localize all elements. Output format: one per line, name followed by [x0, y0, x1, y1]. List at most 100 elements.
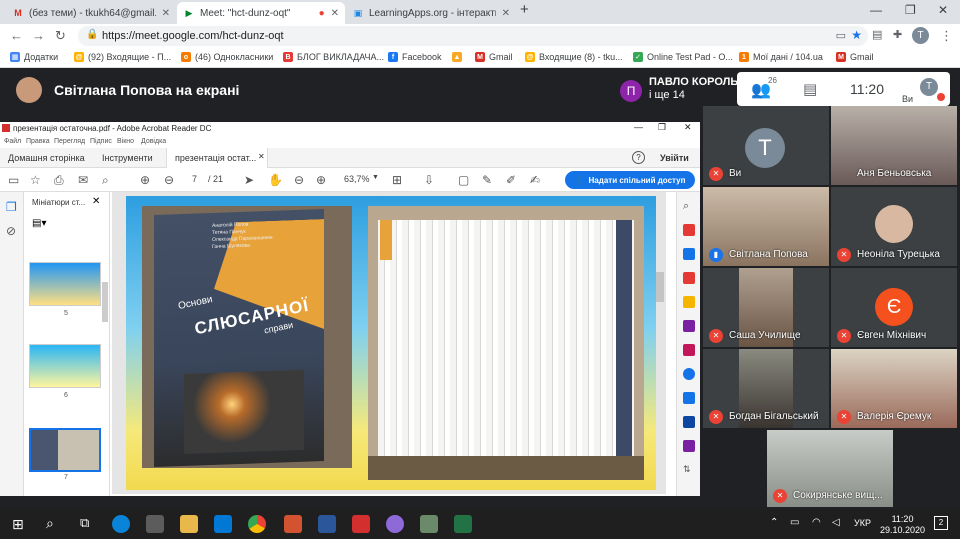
network-icon[interactable]: ▭: [790, 517, 799, 528]
participant-tile[interactable]: ✕ Неоніла Турецька: [831, 187, 957, 266]
menu-item[interactable]: Файл: [4, 138, 21, 145]
highlight-icon[interactable]: ✐: [506, 173, 516, 187]
participant-tile[interactable]: T ✕ Ви: [703, 106, 829, 185]
help-icon[interactable]: ?: [632, 151, 645, 164]
tab-home[interactable]: Домашня сторінка: [8, 153, 85, 163]
bookmark-item[interactable]: @ (92) Входящие - П...: [74, 52, 171, 62]
thumbnail-page[interactable]: [29, 262, 101, 306]
participant-tile[interactable]: ▮ Світлана Попова: [703, 187, 829, 266]
compress-icon[interactable]: [683, 416, 695, 428]
store-icon[interactable]: [146, 515, 164, 533]
mail-icon[interactable]: [214, 515, 232, 533]
notifications-icon[interactable]: 2: [934, 516, 948, 530]
minimize-icon[interactable]: —: [870, 3, 882, 17]
browser-tab-meet[interactable]: ▶ Meet: "hct-dunz-oqt" ● ✕: [177, 2, 345, 24]
restore-icon[interactable]: ❐: [658, 122, 666, 133]
menu-item[interactable]: Вікно: [117, 138, 134, 145]
menu-item[interactable]: Підпис: [90, 138, 112, 145]
word-icon[interactable]: [318, 515, 336, 533]
zoom-search-icon[interactable]: ⌕: [683, 200, 695, 212]
fit-page-icon[interactable]: ⊞: [392, 173, 402, 187]
participant-tile[interactable]: Аня Беньовська: [831, 106, 957, 185]
kebab-menu-icon[interactable]: ⋮: [940, 28, 953, 44]
menu-item[interactable]: Довідка: [141, 138, 166, 145]
app-icon[interactable]: [420, 515, 438, 533]
thumbnail-page[interactable]: [29, 344, 101, 388]
reload-icon[interactable]: ↻: [55, 28, 66, 44]
bookmark-star-icon[interactable]: ☆: [30, 173, 41, 187]
participant-tile[interactable]: ✕ Саша Училище: [703, 268, 829, 347]
participant-tile[interactable]: ✕ Сокирянське вищ...: [767, 430, 893, 507]
puzzle-icon[interactable]: ✚: [893, 28, 902, 41]
share-button[interactable]: 👤 Надати спільний доступ: [565, 171, 695, 189]
fill-sign-icon[interactable]: [683, 344, 695, 356]
viber-icon[interactable]: [386, 515, 404, 533]
organize-pages-icon[interactable]: [683, 320, 695, 332]
profile-avatar[interactable]: T: [912, 27, 929, 44]
windows-start-icon[interactable]: ⊞: [12, 516, 24, 533]
bookmark-item[interactable]: @ Входящие (8) - tku...: [525, 52, 623, 62]
participant-tile[interactable]: Є ✕ Євген Міхнівич: [831, 268, 957, 347]
tab-document[interactable]: презентація остат... ✕: [166, 148, 268, 168]
bookmark-item[interactable]: о (46) Однокласники: [181, 52, 273, 62]
menu-item[interactable]: Перегляд: [54, 138, 85, 145]
forward-arrow-icon[interactable]: →: [32, 28, 45, 43]
pages-icon[interactable]: ❐: [6, 200, 17, 214]
chevron-down-icon[interactable]: ▼: [372, 174, 379, 181]
self-avatar[interactable]: T: [920, 78, 938, 96]
scrollbar[interactable]: [102, 282, 108, 322]
thumbnail-options-icon[interactable]: ▤▾: [32, 218, 46, 229]
comment-icon[interactable]: ▢: [458, 173, 469, 187]
scrollbar[interactable]: [656, 272, 664, 302]
wifi-icon[interactable]: ◠: [812, 517, 821, 528]
cursor-icon[interactable]: ➤: [244, 173, 254, 187]
pen-tool-icon[interactable]: [683, 440, 695, 452]
export-pdf-icon[interactable]: [683, 224, 695, 236]
powerpoint-icon[interactable]: [284, 515, 302, 533]
taskbar-clock[interactable]: 11:20 29.10.2020: [880, 514, 925, 536]
back-arrow-icon[interactable]: ←: [10, 28, 23, 43]
zoom-out-icon[interactable]: ⊖: [294, 173, 304, 187]
chrome-icon[interactable]: [248, 515, 266, 533]
tray-chevron-icon[interactable]: ⌃: [770, 517, 778, 528]
close-icon[interactable]: ✕: [162, 8, 170, 19]
sign-icon[interactable]: ✍: [530, 173, 540, 187]
address-bar[interactable]: 🔒 https://meet.google.com/hct-dunz-oqt ▭…: [78, 26, 868, 46]
minimize-icon[interactable]: —: [634, 122, 643, 132]
close-icon[interactable]: ✕: [258, 152, 265, 161]
bookmark-item[interactable]: ▦ Додатки: [10, 52, 58, 62]
page-number-input[interactable]: 7: [192, 174, 204, 184]
bookmark-item[interactable]: ✓ Online Test Pad - О...: [633, 52, 733, 62]
create-pdf-icon[interactable]: [683, 248, 695, 260]
hand-icon[interactable]: ✋: [268, 173, 283, 187]
comment-tool-icon[interactable]: [683, 296, 695, 308]
email-icon[interactable]: ✉: [78, 173, 88, 187]
window-close-icon[interactable]: ✕: [938, 3, 948, 17]
attachment-icon[interactable]: ⊘: [6, 224, 16, 238]
bookmark-item[interactable]: 1 Мої дані / 104.ua: [739, 52, 823, 62]
edit-pdf-icon[interactable]: [683, 272, 695, 284]
print-icon[interactable]: ⎙: [54, 173, 64, 188]
send-icon[interactable]: [683, 392, 695, 404]
browser-tab-gmail[interactable]: M (без теми) - tkukh64@gmail.com ✕: [6, 2, 176, 24]
explorer-icon[interactable]: [180, 515, 198, 533]
search-icon[interactable]: ⌕: [46, 515, 54, 532]
extension-icon[interactable]: ▤: [872, 28, 882, 41]
bookmark-item[interactable]: ▲: [452, 52, 466, 62]
search-icon[interactable]: ⌕: [102, 173, 109, 188]
tab-tools[interactable]: Інструменти: [102, 153, 153, 163]
more-tools-icon[interactable]: ⇅: [683, 464, 695, 476]
scroll-mode-icon[interactable]: ⇩: [424, 173, 434, 187]
participant-tile[interactable]: ✕ Богдан Бігальський: [703, 349, 829, 428]
create-icon[interactable]: ▭: [8, 173, 19, 187]
task-view-icon[interactable]: ⧉: [80, 515, 89, 531]
chat-icon[interactable]: ▤: [803, 80, 817, 98]
bookmark-item[interactable]: B БЛОГ ВИКЛАДАЧА...: [283, 52, 384, 62]
acrobat-icon[interactable]: [352, 515, 370, 533]
bookmark-item[interactable]: f Facebook: [388, 52, 442, 62]
window-close-icon[interactable]: ✕: [684, 122, 692, 133]
bookmark-item[interactable]: M Gmail: [475, 52, 513, 62]
edge-icon[interactable]: [112, 515, 130, 533]
close-icon[interactable]: ✕: [92, 196, 100, 207]
restore-icon[interactable]: ❐: [905, 3, 916, 17]
